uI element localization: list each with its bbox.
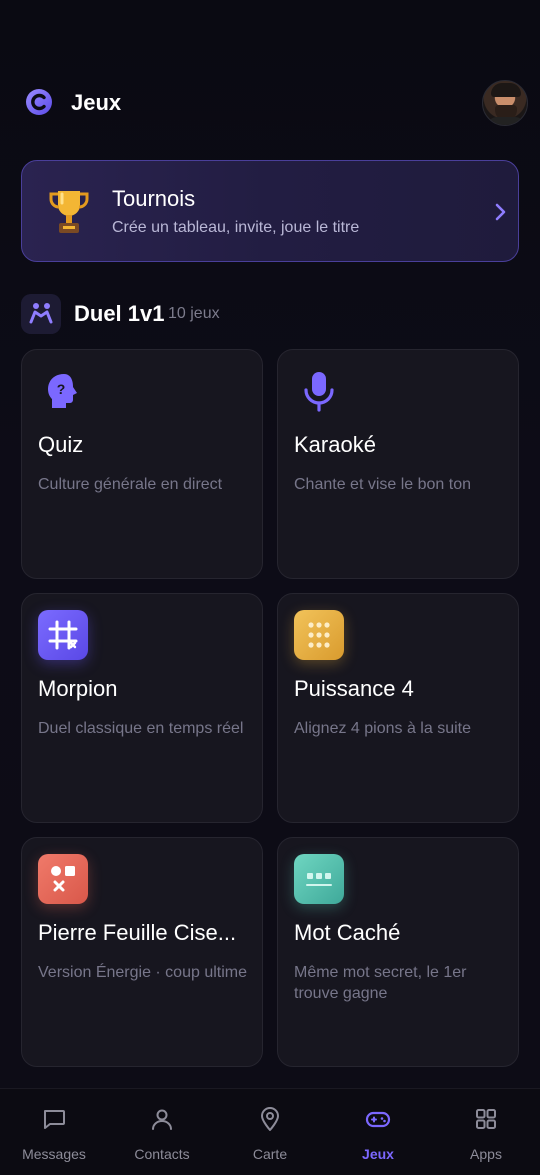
game-description: Duel classique en temps réel [38,720,244,737]
game-title: Pierre Feuille Cise... [38,920,237,945]
gamepad-icon [365,1111,391,1128]
trophy-icon [49,191,89,233]
connect-four-icon [308,622,330,648]
game-title: Morpion [38,676,118,701]
tournament-subtitle: Crée un tableau, invite, joue le titre [112,219,360,236]
bottom-navigation: Messages Contacts Carte Jeux Apps [0,1088,540,1175]
hidden-word-icon-bg [294,854,344,904]
nav-item-jeux[interactable]: Jeux [324,1089,432,1175]
nav-label: Apps [470,1146,502,1162]
game-card-quiz[interactable]: ? Quiz Culture générale en direct [21,349,263,579]
game-description: Même mot secret, le 1er trouve gagne [294,964,467,1002]
logo-c-icon [26,89,52,115]
tournament-title: Tournois [112,186,196,211]
nav-item-apps[interactable]: Apps [432,1089,540,1175]
nav-item-contacts[interactable]: Contacts [108,1089,216,1175]
chat-icon [44,1110,65,1129]
tournament-card[interactable]: Tournois Crée un tableau, invite, joue l… [21,160,519,262]
game-title: Quiz [38,432,84,457]
games-screen: Jeux Tournois Crée un tableau, invite, j… [0,0,540,1175]
page-title: Jeux [71,90,122,115]
microphone-icon [304,372,334,412]
hidden-word-icon [306,873,332,886]
person-icon [152,1109,172,1130]
game-card-karaoke[interactable]: Karaoké Chante et vise le bon ton [277,349,519,579]
game-title: Puissance 4 [294,676,414,701]
game-card-puissance-4[interactable]: Puissance 4 Alignez 4 pions à la suite [277,593,519,823]
map-pin-icon [261,1107,279,1131]
game-description: Version Énergie · coup ultime [38,964,247,981]
connect-four-icon-bg [294,610,344,660]
game-description: Culture générale en direct [38,476,223,493]
rock-paper-scissors-icon-bg [38,854,88,904]
app-header: Jeux [0,70,540,134]
avatar-shirt [487,117,525,125]
game-card-mot-cache[interactable]: Mot Caché Même mot secret, le 1er trouve… [277,837,519,1067]
section-count: 10 jeux [168,305,220,322]
svg-text:?: ? [57,381,66,397]
chevron-right-icon [495,203,506,221]
duel-icon [21,294,61,334]
nav-label: Messages [22,1146,86,1162]
game-description: Alignez 4 pions à la suite [294,720,471,737]
head-question-icon: ? [48,374,77,408]
nav-item-messages[interactable]: Messages [0,1089,108,1175]
game-description: Chante et vise le bon ton [294,476,472,493]
nav-label: Contacts [134,1146,190,1162]
game-title: Mot Caché [294,920,401,945]
grid-icon [476,1109,496,1129]
nav-label: Jeux [362,1146,394,1162]
game-card-pierre-feuille-ciseaux[interactable]: Pierre Feuille Cise... Version Énergie ·… [21,837,263,1067]
rock-paper-scissors-icon [51,866,75,892]
tic-tac-toe-icon-bg [38,610,88,660]
user-avatar[interactable] [482,80,528,126]
nav-label: Carte [252,1146,288,1162]
nav-item-carte[interactable]: Carte [216,1089,324,1175]
section-title: Duel 1v1 [74,301,165,326]
tic-tac-toe-icon [48,620,78,650]
game-title: Karaoké [294,432,376,457]
section-header: Duel 1v1 10 jeux [21,294,519,334]
avatar-hair [491,83,521,97]
game-card-morpion[interactable]: Morpion Duel classique en temps réel [21,593,263,823]
